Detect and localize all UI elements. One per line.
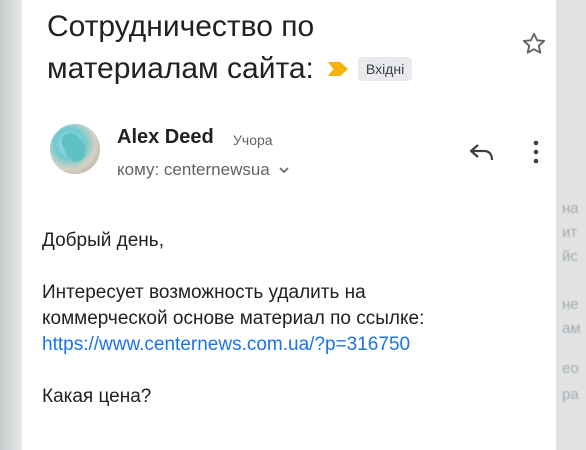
background-right-edge: на ит йс не ам ео ра: [556, 0, 586, 450]
sender-name: Alex Deed: [117, 126, 214, 148]
recipient-text: кому: centernewsua: [117, 160, 270, 179]
subject-line-1: Сотрудничество по: [47, 10, 315, 43]
important-label-icon[interactable]: [327, 62, 348, 76]
email-view: Сотрудничество по материалам сайта: Вхід…: [22, 0, 556, 450]
background-left-edge: [0, 0, 22, 450]
email-body: Добрый день, Интересует возможность удал…: [42, 228, 542, 410]
body-line-2: коммерческой основе материал по ссылке:: [42, 308, 425, 329]
body-link[interactable]: https://www.centernews.com.ua/?p=316750: [42, 334, 410, 355]
body-closing: Какая цена?: [42, 386, 152, 407]
email-subject: Сотрудничество по материалам сайта: Вхід…: [47, 6, 467, 90]
message-time: Учора: [233, 132, 273, 148]
reply-icon[interactable]: [468, 140, 496, 164]
inbox-label-chip[interactable]: Вхідні: [357, 57, 413, 81]
sender-avatar[interactable]: [50, 124, 100, 174]
star-icon[interactable]: [520, 30, 548, 58]
body-greeting: Добрый день,: [42, 230, 164, 251]
subject-line-2-row: материалам сайта: Вхідні: [47, 48, 467, 90]
chevron-down-icon: [279, 167, 289, 174]
body-line-1: Интересует возможность удалить на: [42, 282, 366, 303]
subject-line-2: материалам сайта:: [47, 52, 314, 85]
more-vertical-icon[interactable]: [528, 138, 544, 166]
recipient-details-toggle[interactable]: кому: centernewsua: [117, 160, 290, 180]
